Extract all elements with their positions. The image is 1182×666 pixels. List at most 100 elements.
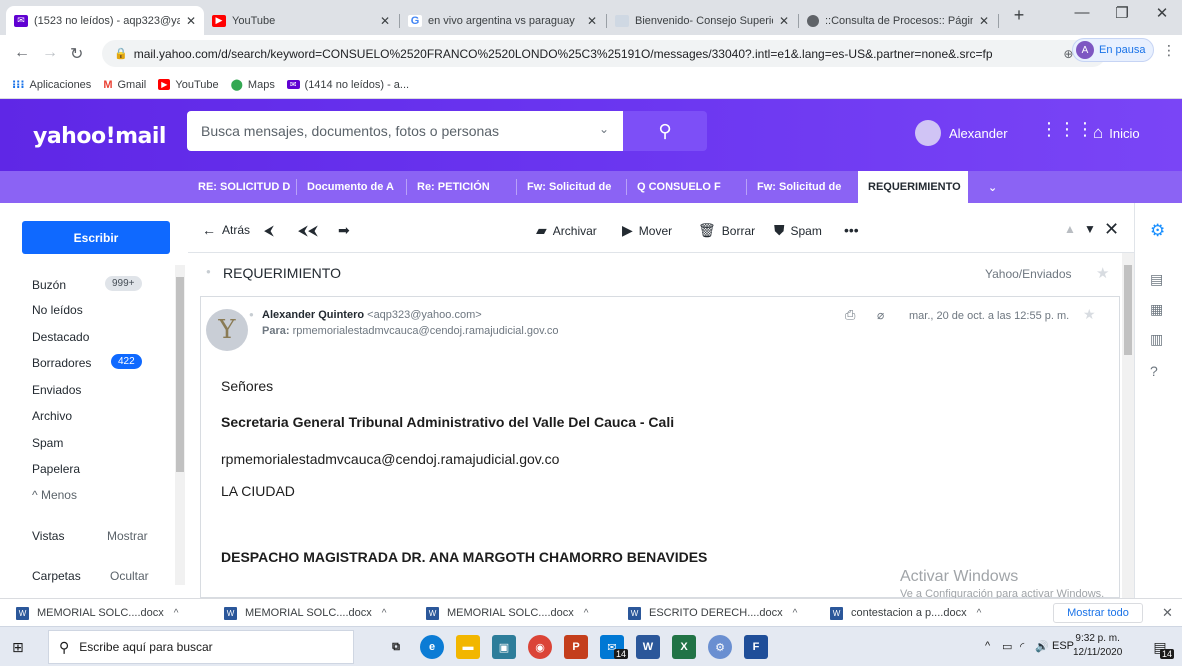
chevron-up-icon[interactable]: ^ [977, 608, 982, 619]
bookmark-apps[interactable]: ⁝⁝⁝ Aplicaciones [12, 78, 91, 92]
file-explorer-icon[interactable]: ▬ [456, 635, 480, 659]
chrome-icon[interactable]: ◉ [528, 635, 552, 659]
reply-button[interactable]: ⮜ [264, 222, 280, 239]
message-tab[interactable]: Documento de A [297, 171, 405, 203]
restore-window-button[interactable]: ❐ [1102, 4, 1142, 22]
browser-menu-icon[interactable]: ⋮ [1162, 42, 1176, 59]
move-button[interactable]: ▶ Mover [622, 222, 672, 239]
browser-tab-google-search[interactable]: G en vivo argentina vs paraguay ✕ [400, 6, 605, 35]
previous-message-button[interactable]: ▲ [1064, 222, 1076, 236]
windows-start-icon[interactable]: ⊞ [12, 639, 24, 656]
sender-name[interactable]: Alexander Quintero [262, 309, 364, 321]
yahoo-mail-logo[interactable]: yahoo!mail [33, 124, 166, 149]
download-item[interactable]: W ESCRITO DERECH....docx ^ [628, 599, 797, 627]
download-item[interactable]: W contestacion a p....docx ^ [830, 599, 981, 627]
spam-button[interactable]: ⛊ Spam [774, 222, 822, 239]
minimize-window-button[interactable]: — [1062, 4, 1102, 21]
close-tab-icon[interactable]: ✕ [779, 14, 789, 28]
message-tab-search[interactable]: Q CONSUELO F [627, 171, 745, 203]
mail-search-input[interactable]: Busca mensajes, documentos, fotos o pers… [187, 111, 623, 151]
browser-tab-youtube[interactable]: ▶ YouTube ✕ [204, 6, 398, 35]
folders-hide-button[interactable]: Ocultar [110, 569, 149, 583]
calendar-icon[interactable]: ▦ [1150, 301, 1163, 318]
user-profile-button[interactable]: Alexander [915, 120, 1008, 146]
compose-button[interactable]: Escribir [22, 221, 170, 254]
message-tab[interactable]: Re: PETICIÓN [407, 171, 515, 203]
taskbar-clock[interactable]: 9:32 p. m. 12/11/2020 [1073, 632, 1122, 660]
close-tab-icon[interactable]: ✕ [186, 14, 196, 28]
folder-drafts[interactable]: Borradores [32, 356, 91, 370]
delete-button[interactable]: 🗑 Borrar [698, 222, 755, 239]
apps-grid-icon[interactable]: ⋮⋮⋮ [1040, 119, 1094, 140]
download-item[interactable]: W MEMORIAL SOLC....docx ^ [224, 599, 386, 627]
app-icon[interactable]: F [744, 635, 768, 659]
attachment-icon[interactable]: ⌀ [877, 308, 884, 322]
close-message-button[interactable]: ✕ [1104, 219, 1119, 240]
folder-starred[interactable]: Destacado [32, 330, 89, 344]
close-tab-icon[interactable]: ✕ [979, 14, 989, 28]
folder-sent[interactable]: Enviados [32, 383, 81, 397]
control-panel-icon[interactable]: ⚙ [708, 635, 732, 659]
search-button[interactable]: ⚲ [623, 111, 707, 151]
message-scrollbar[interactable] [1122, 253, 1134, 598]
avatar[interactable]: Y [206, 309, 248, 351]
excel-icon[interactable]: X [672, 635, 696, 659]
message-tab[interactable]: Fw: Solicitud de [517, 171, 625, 203]
notepad-icon[interactable]: ▥ [1150, 331, 1163, 348]
volume-icon[interactable]: 🔊 [1035, 640, 1049, 653]
task-view-icon[interactable]: ⧉ [384, 635, 408, 659]
star-icon[interactable]: ★ [1096, 264, 1109, 282]
more-actions-button[interactable]: ••• [844, 222, 865, 238]
views-show-button[interactable]: Mostrar [107, 529, 148, 543]
read-status-dot[interactable]: ● [206, 267, 211, 276]
reload-icon[interactable]: ↻ [70, 44, 83, 64]
bookmark-youtube[interactable]: ▶ YouTube [158, 79, 219, 91]
download-item[interactable]: W MEMORIAL SOLC....docx ^ [16, 599, 178, 627]
chevron-up-icon[interactable]: ^ [174, 608, 179, 619]
show-all-downloads-button[interactable]: Mostrar todo [1053, 603, 1143, 623]
scrollbar-thumb[interactable] [176, 277, 184, 472]
show-less-button[interactable]: ^ Menos [32, 488, 77, 502]
home-button[interactable]: ⌂ Inicio [1093, 123, 1140, 143]
folder-tag[interactable]: Yahoo/Enviados [985, 267, 1072, 281]
bookmark-gmail[interactable]: M Gmail [103, 79, 146, 91]
tray-chevron-up-icon[interactable]: ^ [985, 640, 990, 652]
folder-unread[interactable]: No leídos [32, 303, 83, 317]
message-tab[interactable]: Fw: Solicitud de [747, 171, 857, 203]
sidebar-scrollbar[interactable] [175, 265, 185, 585]
taskbar-search-input[interactable]: ⚲ Escribe aquí para buscar [48, 630, 354, 664]
contacts-icon[interactable]: ▤ [1150, 271, 1163, 288]
scrollbar-thumb[interactable] [1124, 265, 1132, 355]
settings-gear-icon[interactable]: ⚙ [1150, 221, 1165, 241]
profile-button[interactable]: A En pausa [1072, 38, 1155, 62]
back-arrow-icon[interactable]: ← [14, 44, 30, 62]
close-tab-icon[interactable]: ✕ [380, 14, 390, 28]
recipient-address[interactable]: rpmemorialestadmvcauca@cendoj.ramajudici… [293, 325, 559, 337]
body-email-link[interactable]: rpmemorialestadmvcauca@cendoj.ramajudici… [221, 451, 559, 467]
wifi-icon[interactable]: ◜ [1020, 640, 1024, 653]
folder-spam[interactable]: Spam [32, 436, 63, 450]
forward-button[interactable]: ➡ [338, 222, 356, 239]
chevron-up-icon[interactable]: ^ [382, 608, 387, 619]
forward-arrow-icon[interactable]: → [42, 44, 58, 62]
input-language[interactable]: ESP [1052, 640, 1074, 652]
edge-icon[interactable]: e [420, 635, 444, 659]
close-window-button[interactable]: ✕ [1142, 4, 1182, 22]
powerpoint-icon[interactable]: P [564, 635, 588, 659]
new-tab-button[interactable]: + [999, 5, 1039, 26]
folder-archive[interactable]: Archivo [32, 409, 72, 423]
folder-trash[interactable]: Papelera [32, 462, 80, 476]
back-button[interactable]: ← Atrás [202, 222, 250, 238]
next-message-button[interactable]: ▼ [1084, 222, 1096, 236]
address-bar[interactable]: 🔒 mail.yahoo.com/d/search/keyword=CONSUE… [102, 40, 1106, 67]
reply-all-button[interactable]: ⮜⮜ [298, 222, 324, 239]
bookmark-yahoo-mail[interactable]: ✉ (1414 no leídos) - a... [286, 79, 409, 91]
archive-button[interactable]: ▰ Archivar [536, 222, 597, 239]
close-tab-icon[interactable]: ✕ [587, 14, 597, 28]
chevron-up-icon[interactable]: ^ [793, 608, 798, 619]
message-tab-active[interactable]: REQUERIMIENTO [858, 171, 968, 203]
print-icon[interactable]: ⎙ [845, 307, 855, 323]
download-item[interactable]: W MEMORIAL SOLC....docx ^ [426, 599, 588, 627]
chevron-down-icon[interactable]: ⌄ [978, 171, 1008, 203]
store-icon[interactable]: ▣ [492, 635, 516, 659]
